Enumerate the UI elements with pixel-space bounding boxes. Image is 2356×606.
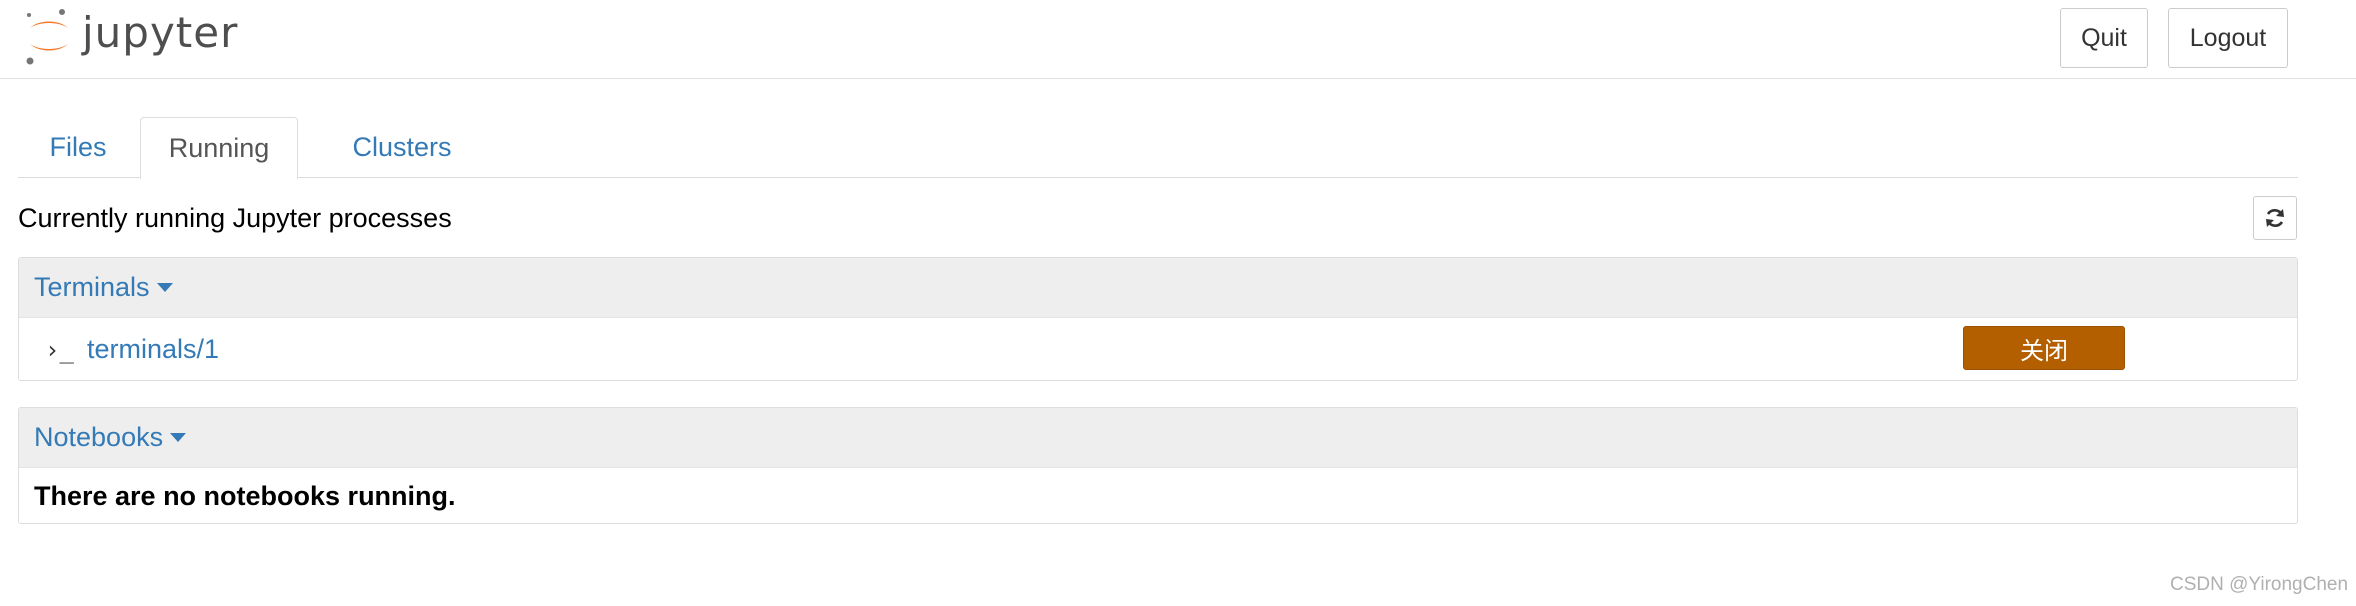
notebooks-heading-label: Notebooks xyxy=(34,422,164,452)
refresh-button[interactable] xyxy=(2253,196,2297,240)
shutdown-button[interactable]: 关闭 xyxy=(1963,326,2125,370)
empty-notebooks-message: There are no notebooks running. xyxy=(34,481,456,511)
logout-button[interactable]: Logout xyxy=(2168,8,2288,68)
caret-down-icon xyxy=(156,283,173,292)
jupyter-logo[interactable]: jupyter xyxy=(24,6,254,68)
watermark: CSDN @YirongChen xyxy=(2170,574,2349,595)
logo-text: jupyter xyxy=(82,8,239,57)
tab-clusters[interactable]: Clusters xyxy=(318,117,486,178)
header-bar: jupyter Quit Logout xyxy=(0,0,2356,79)
tab-running[interactable]: Running xyxy=(140,117,298,180)
caret-down-icon xyxy=(170,433,187,442)
notebooks-panel: Notebooks There are no notebooks running… xyxy=(18,407,2298,524)
tab-files[interactable]: Files xyxy=(18,117,138,178)
jupyter-logo-icon xyxy=(26,9,68,65)
list-item: ›_ terminals/1 关闭 xyxy=(19,319,2297,380)
terminals-panel: Terminals ›_ terminals/1 关闭 xyxy=(18,257,2298,381)
terminal-link[interactable]: terminals/1 xyxy=(87,334,219,365)
terminal-icon: ›_ xyxy=(45,336,74,364)
terminals-heading-label: Terminals xyxy=(34,272,150,302)
tab-bar: Files Running Clusters xyxy=(18,117,2298,180)
refresh-icon xyxy=(2266,209,2284,227)
quit-button[interactable]: Quit xyxy=(2060,8,2148,68)
notebooks-heading[interactable]: Notebooks xyxy=(19,408,2297,468)
terminals-heading[interactable]: Terminals xyxy=(19,258,2297,318)
running-title: Currently running Jupyter processes xyxy=(18,203,452,233)
